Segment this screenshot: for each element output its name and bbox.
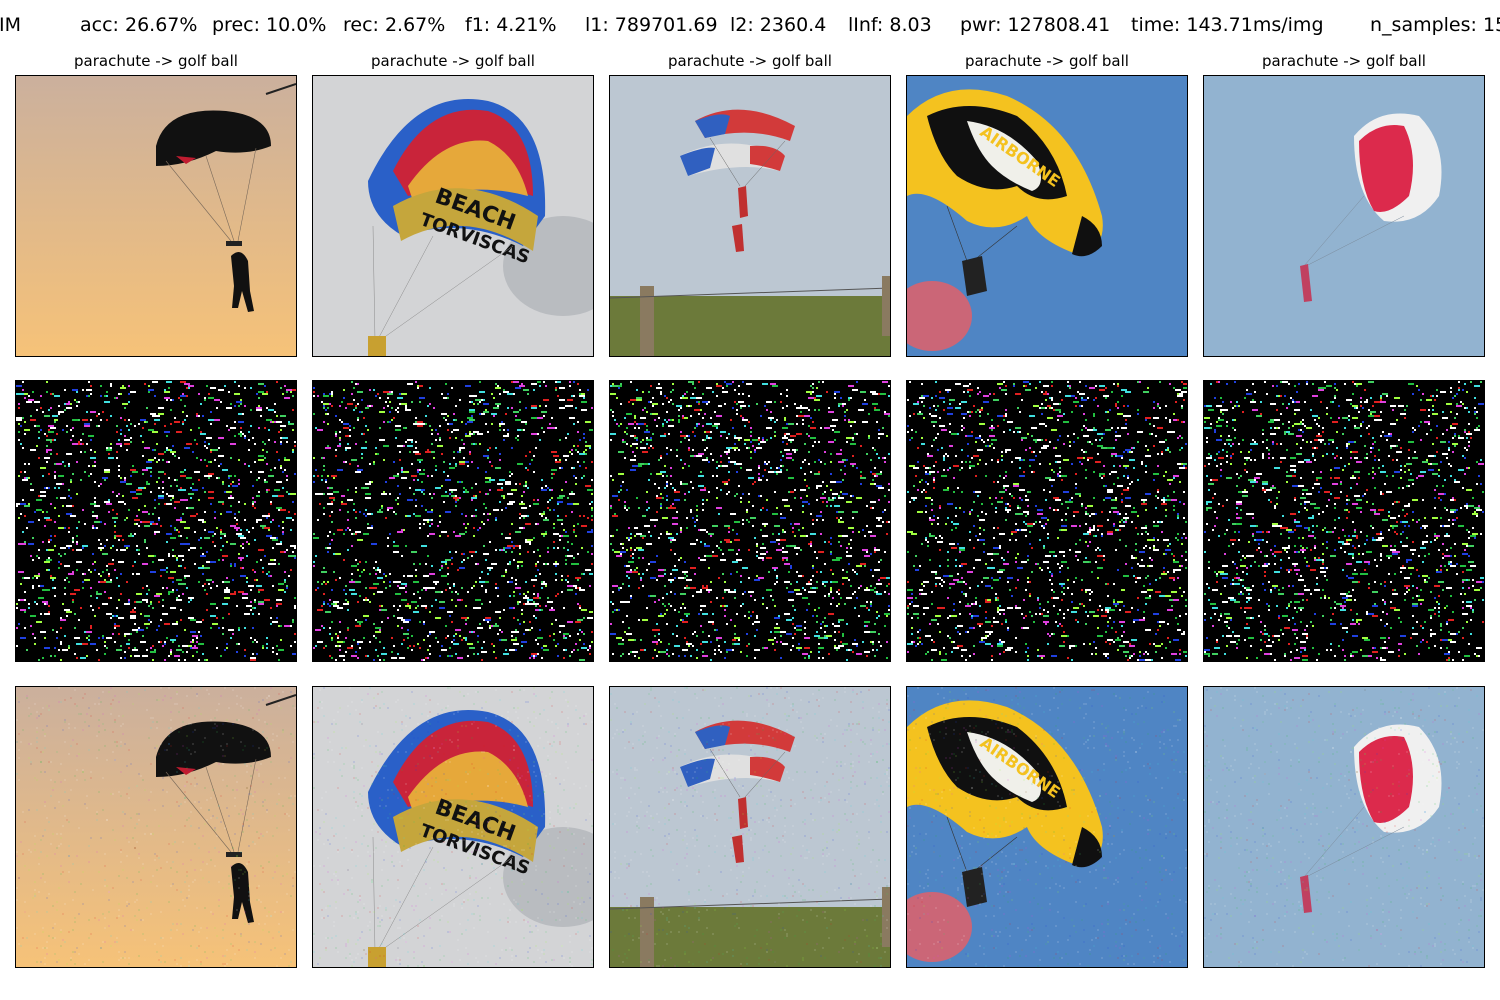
samples-metric: n_samples: 15: [1370, 14, 1500, 36]
column-title: parachute -> golf ball: [371, 52, 535, 70]
l1-metric: l1: 789701.69: [585, 14, 718, 36]
adversarial-image: BEACH TORVISCAS: [312, 686, 594, 968]
original-image: [609, 75, 891, 357]
adversarial-image: AIRBORNE: [906, 686, 1188, 968]
original-image: BEACH TORVISCAS: [312, 75, 594, 357]
l2-metric: l2: 2360.4: [730, 14, 827, 36]
linf-metric: lInf: 8.03: [848, 14, 932, 36]
original-image: [1203, 75, 1485, 357]
adversarial-image: [1203, 686, 1485, 968]
original-image: AIRBORNE: [906, 75, 1188, 357]
adversarial-image: [15, 686, 297, 968]
perturbation-map: [609, 380, 891, 662]
perturbation-map: [1203, 380, 1485, 662]
accuracy-metric: acc: 26.67%: [80, 14, 198, 36]
precision-metric: prec: 10.0%: [212, 14, 327, 36]
column-title: parachute -> golf ball: [1262, 52, 1426, 70]
perturbation-map: [906, 380, 1188, 662]
power-metric: pwr: 127808.41: [960, 14, 1111, 36]
perturbation-map: [15, 380, 297, 662]
original-image: [15, 75, 297, 357]
column-title: parachute -> golf ball: [668, 52, 832, 70]
adversarial-image: [609, 686, 891, 968]
time-metric: time: 143.71ms/img: [1131, 14, 1324, 36]
perturbation-map: [312, 380, 594, 662]
column-title: parachute -> golf ball: [965, 52, 1129, 70]
column-title: parachute -> golf ball: [74, 52, 238, 70]
f1-metric: f1: 4.21%: [465, 14, 557, 36]
recall-metric: rec: 2.67%: [343, 14, 446, 36]
method-label: BIM: [0, 14, 22, 36]
